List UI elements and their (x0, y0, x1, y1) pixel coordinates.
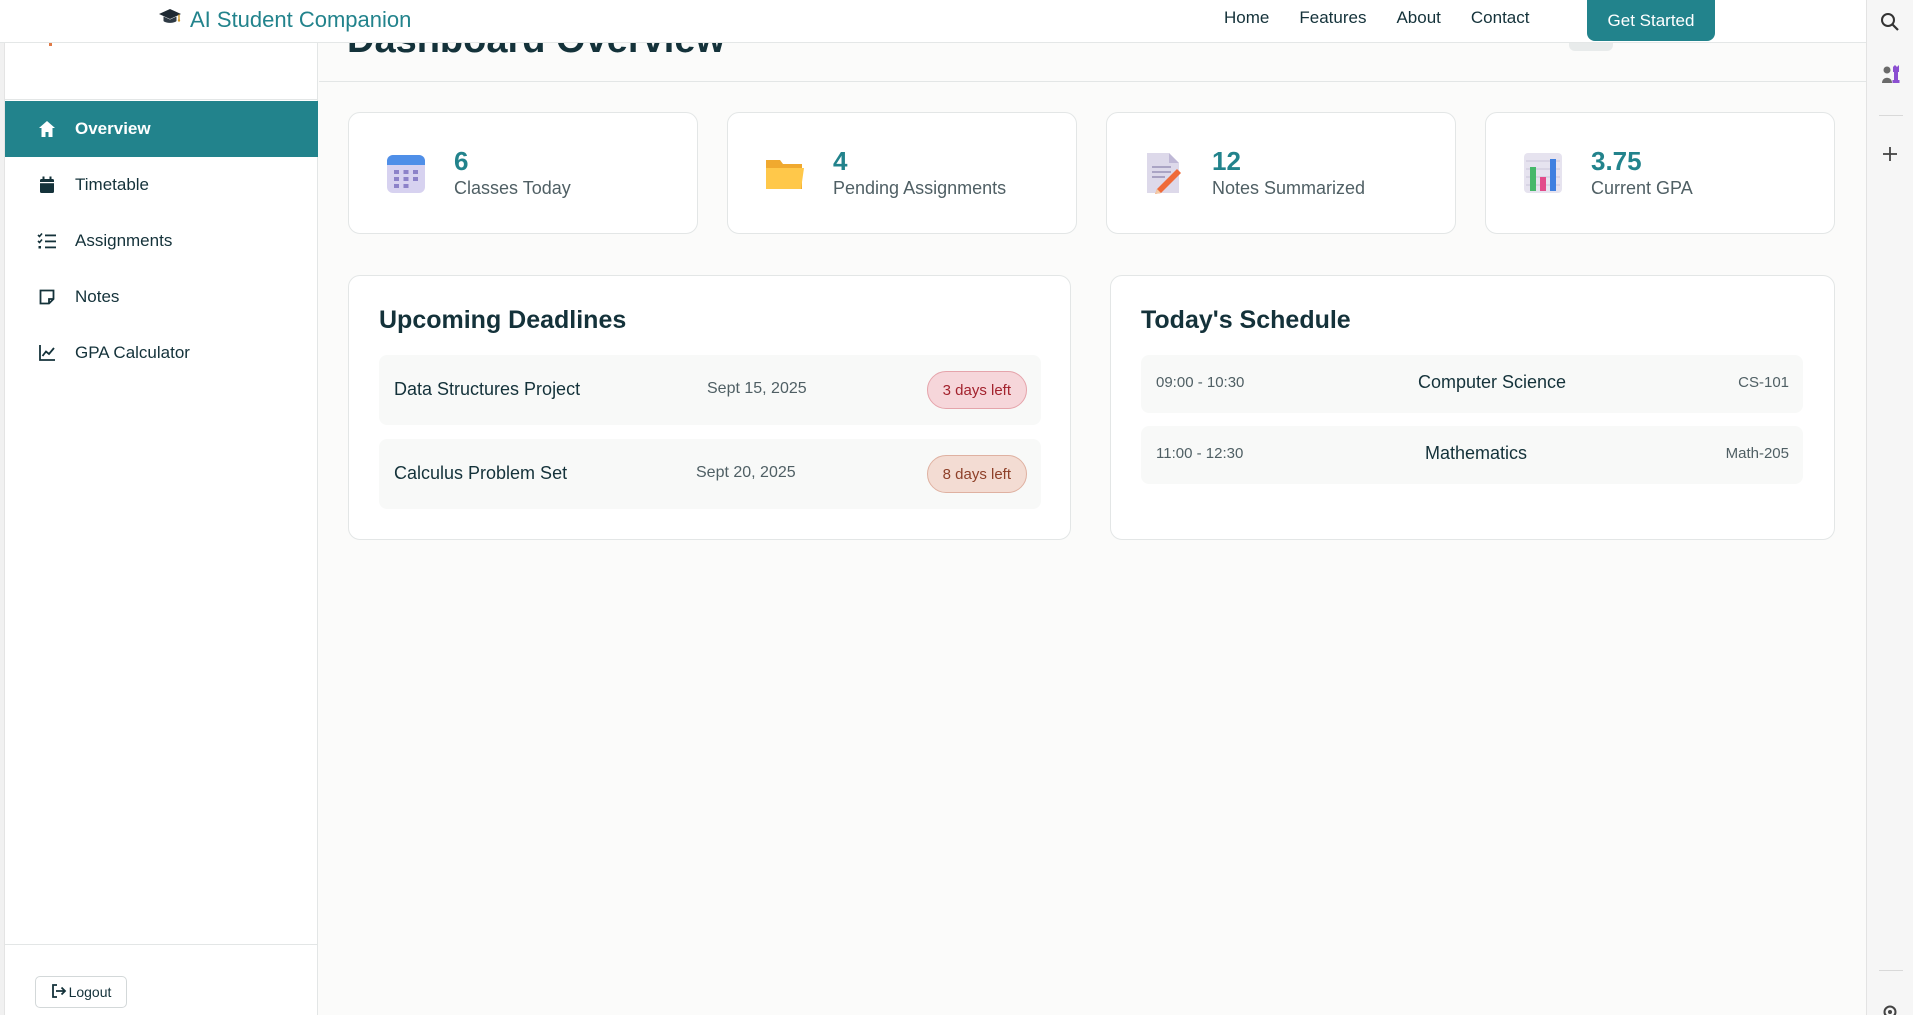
note-icon (37, 287, 57, 307)
deadline-item[interactable]: Data Structures Project Sept 15, 2025 3 … (379, 355, 1041, 425)
stat-label: Current GPA (1591, 178, 1693, 198)
stat-label: Pending Assignments (833, 178, 1007, 198)
graduation-cap-icon (158, 7, 182, 33)
stat-label: Notes Summarized (1212, 178, 1366, 198)
main-header: Dashboard Overview (319, 43, 1866, 82)
stat-value: 6 (454, 146, 469, 176)
logout-icon (51, 983, 67, 1001)
rail-divider (1879, 115, 1903, 116)
add-icon[interactable] (1878, 142, 1902, 166)
sidebar-item-assignments[interactable]: Assignments (5, 213, 318, 269)
top-nav-links: Home Features About Contact (1224, 8, 1529, 28)
stat-card-notes: 12 Notes Summarized (1106, 112, 1456, 234)
top-navbar: AI Student Companion Home Features About… (0, 0, 1866, 43)
deadline-badge: 3 days left (926, 371, 1027, 409)
schedule-panel: Today's Schedule 09:00 - 10:30 Computer … (1110, 275, 1835, 540)
stat-value: 3.75 (1591, 146, 1642, 176)
logout-button[interactable]: Logout (35, 976, 127, 1008)
schedule-code: CS-101 (1738, 374, 1789, 391)
schedule-subject: Computer Science (1418, 372, 1567, 392)
chess-icon[interactable] (1878, 62, 1902, 86)
line-chart-icon (37, 343, 57, 363)
brand-logo[interactable]: AI Student Companion (158, 7, 411, 33)
deadline-date: Sept 15, 2025 (707, 380, 807, 397)
schedule-item[interactable]: 11:00 - 12:30 Mathematics Math-205 (1141, 426, 1803, 484)
sidebar-nav: Overview Timetable Assignments Notes GPA… (5, 101, 318, 381)
sidebar-footer-divider (5, 944, 318, 945)
header-search-button[interactable] (1569, 43, 1613, 51)
nav-link-contact[interactable]: Contact (1471, 8, 1530, 28)
browser-side-rail (1866, 0, 1913, 1015)
deadline-item[interactable]: Calculus Problem Set Sept 20, 2025 8 day… (379, 439, 1041, 509)
stat-label: Classes Today (454, 178, 571, 198)
sidebar-item-gpa-calculator[interactable]: GPA Calculator (5, 325, 318, 381)
deadlines-title: Upcoming Deadlines (379, 306, 627, 334)
sidebar-item-overview[interactable]: Overview (5, 101, 318, 157)
search-icon[interactable] (1878, 10, 1902, 34)
sidebar-item-label: Notes (75, 287, 120, 306)
sidebar-item-notes[interactable]: Notes (5, 269, 318, 325)
schedule-time: 09:00 - 10:30 (1156, 374, 1245, 391)
stat-value: 4 (833, 146, 848, 176)
deadline-badge: 8 days left (926, 455, 1027, 493)
schedule-subject: Mathematics (1425, 443, 1528, 463)
stat-card-assignments: 4 Pending Assignments (727, 112, 1077, 234)
calendar-icon (37, 175, 57, 195)
calendar-emoji-icon (385, 151, 427, 195)
stat-value: 12 (1212, 146, 1241, 176)
schedule-code: Math-205 (1725, 445, 1789, 462)
sidebar-item-timetable[interactable]: Timetable (5, 157, 318, 213)
checklist-icon (37, 231, 57, 251)
memo-emoji-icon (1143, 151, 1185, 195)
nav-link-home[interactable]: Home (1224, 8, 1269, 28)
page-title: Dashboard Overview (347, 43, 725, 62)
gear-icon[interactable] (1878, 1000, 1902, 1015)
get-started-button[interactable]: Get Started (1587, 0, 1715, 41)
sidebar-item-label: GPA Calculator (75, 343, 190, 362)
rail-divider (1879, 970, 1903, 971)
stat-card-classes: 6 Classes Today (348, 112, 698, 234)
schedule-title: Today's Schedule (1141, 306, 1351, 334)
sidebar-item-label: Timetable (75, 175, 150, 194)
schedule-time: 11:00 - 12:30 (1156, 445, 1244, 462)
schedule-item[interactable]: 09:00 - 10:30 Computer Science CS-101 (1141, 355, 1803, 413)
sidebar: Dashboard Overview Timetable Assignments… (5, 0, 318, 1015)
deadline-date: Sept 20, 2025 (696, 464, 796, 481)
sidebar-item-label: Overview (75, 119, 151, 138)
deadline-title: Calculus Problem Set (394, 463, 568, 483)
stat-card-gpa: 3.75 Current GPA (1485, 112, 1835, 234)
brand-name: AI Student Companion (190, 7, 412, 32)
nav-link-about[interactable]: About (1396, 8, 1440, 28)
deadlines-panel: Upcoming Deadlines Data Structures Proje… (348, 275, 1071, 540)
bar-chart-emoji-icon (1522, 151, 1564, 195)
nav-link-features[interactable]: Features (1299, 8, 1366, 28)
sidebar-divider (5, 99, 318, 100)
deadline-title: Data Structures Project (394, 379, 581, 399)
sidebar-item-label: Assignments (75, 231, 173, 250)
logout-label: Logout (68, 984, 112, 1000)
folder-emoji-icon (764, 151, 806, 195)
home-icon (37, 119, 57, 139)
